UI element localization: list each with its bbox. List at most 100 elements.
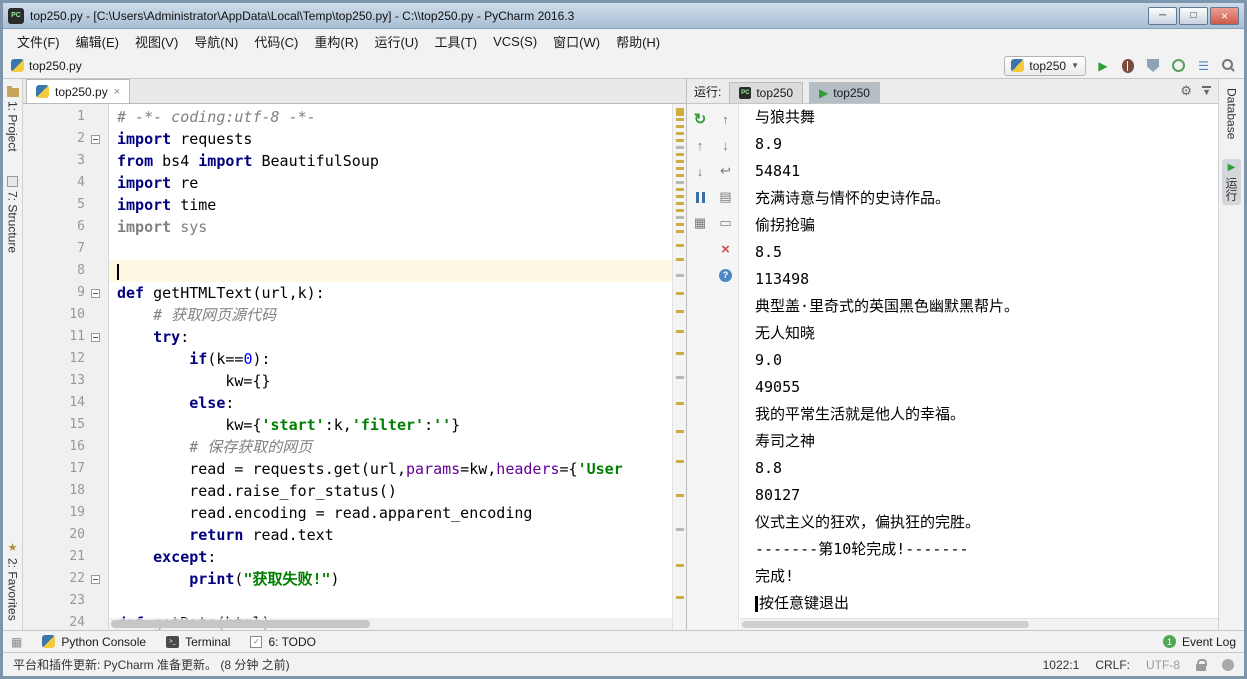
run-configuration-select[interactable]: top250 ▼ — [1004, 55, 1086, 76]
code-editor[interactable]: 1 2 3 4 5 6 7 8 9 10 11 12 13 14 15 16 17 18 19 20 21 22 23 24 … — [23, 104, 686, 630]
close-button[interactable]: × — [1210, 6, 1239, 25]
code-line: # 获取网页源代码 — [153, 306, 277, 324]
profiler-button[interactable] — [1170, 58, 1186, 74]
sidebar-item-project[interactable]: 1: Project — [5, 84, 21, 156]
debug-button[interactable] — [1120, 58, 1136, 74]
run-tab-2[interactable]: ▶ top250 — [809, 82, 880, 103]
editor-tab-label: top250.py — [55, 84, 108, 99]
line-number: 5 — [77, 197, 85, 212]
python-console-button[interactable]: Python Console — [42, 635, 146, 649]
terminal-icon: >_ — [166, 635, 180, 648]
python-file-icon — [36, 85, 49, 98]
menu-item[interactable]: VCS(S) — [485, 31, 545, 52]
write-access-lock-icon[interactable] — [1196, 658, 1207, 671]
stripe-mark — [676, 292, 684, 295]
todo-button[interactable]: ✓ 6: TODO — [250, 635, 316, 649]
print-icon[interactable]: ▤ — [718, 189, 734, 205]
clear-all-icon[interactable]: ▭ — [718, 215, 734, 231]
code-line: except: — [153, 548, 217, 566]
file-encoding[interactable]: UTF-8 — [1146, 658, 1180, 672]
stripe-mark — [676, 160, 684, 163]
caret-position[interactable]: 1022:1 — [1043, 658, 1080, 672]
code-line: import re — [117, 174, 199, 192]
scroll-down-icon[interactable]: ↓ — [718, 137, 734, 153]
run-button[interactable]: ▶ — [1095, 58, 1111, 74]
soft-wrap-icon[interactable]: ↩ — [718, 163, 734, 179]
search-everywhere-button[interactable] — [1220, 58, 1236, 74]
menu-item[interactable]: 帮助(H) — [608, 29, 668, 54]
console-horizontal-scrollbar[interactable] — [740, 618, 1218, 630]
editor-gutter[interactable]: 1 2 3 4 5 6 7 8 9 10 11 12 13 14 15 16 17 18 19 20 21 22 23 24 — [23, 104, 109, 630]
pycharm-mini-icon: PC — [739, 87, 752, 99]
menu-item[interactable]: 编辑(E) — [68, 29, 127, 54]
editor-caret — [117, 264, 119, 280]
line-number: 8 — [77, 263, 85, 278]
line-number: 13 — [69, 373, 85, 388]
structure-tab-label: 7: Structure — [5, 190, 20, 253]
line-number: 14 — [69, 395, 85, 410]
coverage-button[interactable] — [1145, 58, 1161, 74]
menu-item[interactable]: 文件(F) — [9, 29, 68, 54]
fold-marker-icon[interactable] — [90, 134, 100, 144]
menu-item[interactable]: 工具(T) — [426, 29, 485, 54]
line-number: 12 — [69, 351, 85, 366]
stripe-mark — [676, 460, 684, 463]
run-configuration-label: top250 — [1029, 58, 1067, 73]
event-log-label: Event Log — [1181, 634, 1236, 649]
minimize-button[interactable]: ─ — [1148, 6, 1177, 25]
menu-item[interactable]: 窗口(W) — [545, 29, 608, 54]
editor-tab-top250[interactable]: top250.py × — [26, 79, 131, 103]
close-panel-icon[interactable]: × — [718, 241, 734, 258]
code-line: import sys — [117, 218, 208, 236]
menu-item[interactable]: 重构(R) — [306, 29, 366, 54]
inspection-profile-icon[interactable] — [1222, 658, 1234, 671]
terminal-button[interactable]: >_ Terminal — [166, 635, 230, 649]
menu-item[interactable]: 代码(C) — [246, 29, 306, 54]
breadcrumb[interactable]: top250.py — [11, 59, 82, 73]
console-line: 按任意键退出 — [755, 590, 1218, 617]
rerun-icon[interactable]: ↻ — [692, 111, 708, 128]
stripe-mark — [676, 195, 684, 198]
hide-panel-icon[interactable]: ▼ — [1202, 86, 1211, 97]
line-number: 10 — [69, 307, 85, 322]
event-log-button[interactable]: 1 Event Log — [1162, 634, 1236, 649]
structure-icon — [7, 175, 18, 187]
maximize-button[interactable]: □ — [1179, 6, 1208, 25]
help-icon[interactable]: ? — [718, 267, 734, 283]
editor-horizontal-scrollbar[interactable] — [109, 618, 672, 630]
editor-code[interactable]: # -*- coding:utf-8 -*- import requests fro… — [109, 104, 672, 630]
tool-window-switcher-icon[interactable]: ▦ — [11, 635, 22, 649]
terminal-label: Terminal — [185, 634, 231, 649]
sidebar-item-database[interactable]: Database — [1224, 84, 1240, 143]
pause-output-icon[interactable] — [692, 189, 708, 205]
sidebar-item-structure[interactable]: 7: Structure — [5, 172, 21, 257]
tab-close-icon[interactable]: × — [114, 86, 120, 98]
prev-occurrence-icon[interactable]: ↑ — [692, 137, 708, 153]
next-occurrence-icon[interactable]: ↓ — [692, 163, 708, 179]
bottom-tool-bar: ▦ Python Console >_ Terminal ✓ 6: TODO 1… — [3, 630, 1244, 652]
line-number: 1 — [77, 109, 85, 124]
run-tab-1-label: top250 — [756, 86, 794, 100]
menu-item[interactable]: 导航(N) — [186, 29, 246, 54]
fold-marker-icon[interactable] — [90, 288, 100, 298]
window-title: top250.py - [C:\Users\Administrator\AppD… — [30, 8, 575, 23]
line-number: 19 — [69, 505, 85, 520]
inspection-indicator[interactable] — [676, 108, 684, 116]
changes-button[interactable]: ☰ — [1195, 58, 1211, 74]
fold-marker-icon[interactable] — [90, 574, 100, 584]
gear-icon[interactable]: ⚙ — [1180, 83, 1192, 99]
fold-marker-icon[interactable] — [90, 332, 100, 342]
restore-layout-icon[interactable]: ▦ — [692, 215, 708, 231]
menu-item[interactable]: 视图(V) — [127, 29, 186, 54]
console-output[interactable]: 与狼共舞 8.9 54841 充满诗意与情怀的史诗作品。 偷拐抢骗 8.5 113498 典型… — [739, 104, 1218, 630]
sidebar-item-favorites[interactable]: ★ 2: Favorites — [5, 539, 21, 625]
menu-item[interactable]: 运行(U) — [366, 29, 426, 54]
sidebar-item-run[interactable]: ▶ 运行 — [1222, 159, 1241, 206]
stripe-mark — [676, 188, 684, 191]
run-tab-1[interactable]: PC top250 — [729, 82, 804, 103]
editor-scrollbar[interactable] — [672, 104, 686, 630]
scroll-up-icon[interactable]: ↑ — [718, 111, 734, 127]
menu-bar: 文件(F) 编辑(E) 视图(V) 导航(N) 代码(C) 重构(R) 运行(U) 工具(T)… — [3, 29, 1244, 53]
line-separator[interactable]: CRLF: — [1095, 658, 1130, 672]
stripe-mark — [676, 596, 684, 599]
